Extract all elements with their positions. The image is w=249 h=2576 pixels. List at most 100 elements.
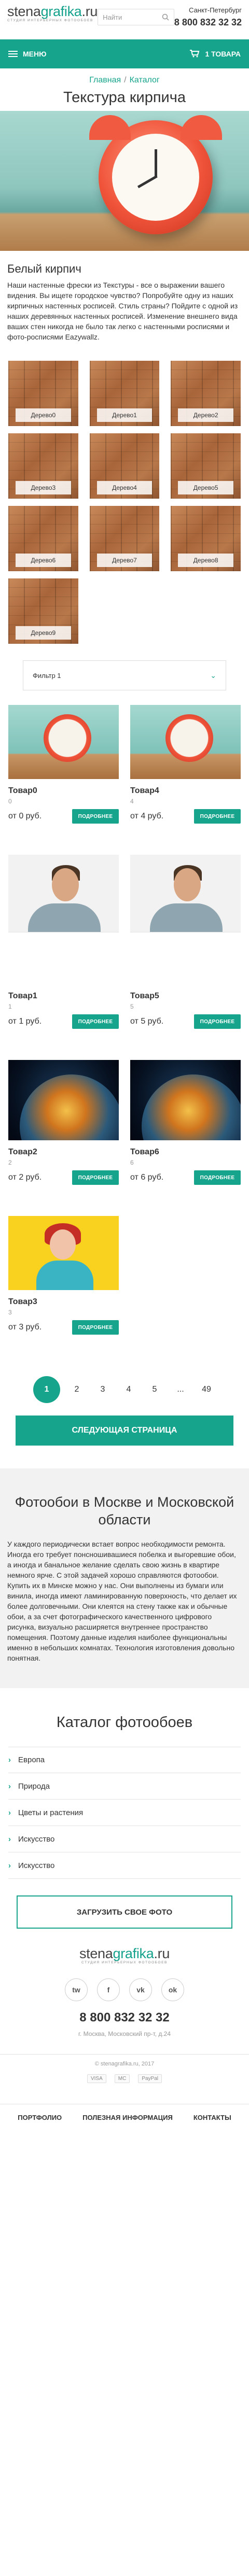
product-image[interactable] xyxy=(8,705,119,779)
twitter-icon[interactable]: tw xyxy=(65,1978,88,2001)
texture-tile[interactable]: Дерево0 xyxy=(8,361,78,426)
product-card[interactable]: Товар6 6 от 6 руб. ПОДРОБНЕЕ xyxy=(130,1060,241,1185)
footer-nav-info[interactable]: ПОЛЕЗНАЯ ИНФОРМАЦИЯ xyxy=(82,2114,173,2121)
texture-grid: Дерево0 Дерево1 Дерево2 Дерево3 Дерево4 … xyxy=(0,342,249,644)
product-image[interactable] xyxy=(130,705,241,779)
clock-face xyxy=(112,134,199,221)
clock-bell-right xyxy=(181,115,222,140)
product-name[interactable]: Товар2 xyxy=(8,1148,119,1157)
footer-address: г. Москва, Московский пр-т, д.24 xyxy=(78,2030,171,2037)
product-name[interactable]: Товар6 xyxy=(130,1148,241,1157)
product-name[interactable]: Товар0 xyxy=(8,786,119,796)
details-button[interactable]: ПОДРОБНЕЕ xyxy=(194,809,241,824)
product-name[interactable]: Товар3 xyxy=(8,1297,119,1307)
details-button[interactable]: ПОДРОБНЕЕ xyxy=(72,1014,119,1029)
filter-select[interactable]: Фильтр 1 ⌄ xyxy=(23,660,226,690)
page-1[interactable]: 1 xyxy=(33,1376,60,1403)
page-3[interactable]: 3 xyxy=(93,1380,112,1399)
product-number: 2 xyxy=(8,1159,12,1166)
product-image[interactable] xyxy=(8,1216,119,1290)
product-price: от 4 руб. xyxy=(130,812,164,820)
site-logo[interactable]: stenagrafika.ru студия интерьерных фотоо… xyxy=(7,4,98,23)
product-name[interactable]: Товар1 xyxy=(8,992,119,1001)
product-number: 0 xyxy=(8,798,12,805)
footer-nav-portfolio[interactable]: ПОРТФОЛИО xyxy=(18,2114,62,2121)
footer-logo[interactable]: stenagrafika.ru студия интерьерных фотоо… xyxy=(0,1946,249,1966)
site-header: stenagrafika.ru студия интерьерных фотоо… xyxy=(0,0,249,39)
product-name[interactable]: Товар5 xyxy=(130,992,241,1001)
man-head xyxy=(174,868,201,901)
texture-tile[interactable]: Дерево3 xyxy=(8,433,78,499)
breadcrumb: Главная / Каталог xyxy=(0,76,249,85)
search-input[interactable]: Найти xyxy=(98,9,174,25)
chevron-right-icon: › xyxy=(8,1808,11,1817)
catalog-item[interactable]: › Искусство xyxy=(8,1826,241,1852)
globe-illustration xyxy=(142,1074,241,1140)
menu-button[interactable]: МЕНЮ xyxy=(8,50,47,58)
menu-label: МЕНЮ xyxy=(23,50,47,58)
texture-tile[interactable]: Дерево2 xyxy=(171,361,241,426)
logo-tagline: студия интерьерных фотообоев xyxy=(81,1961,168,1964)
city-selector[interactable]: Санкт-Петербург xyxy=(174,6,242,14)
texture-tile[interactable]: Дерево6 xyxy=(8,506,78,571)
details-button[interactable]: ПОДРОБНЕЕ xyxy=(72,809,119,824)
texture-tile[interactable]: Дерево8 xyxy=(171,506,241,571)
product-image[interactable] xyxy=(8,1060,119,1140)
page-last[interactable]: 49 xyxy=(197,1380,216,1399)
page-5[interactable]: 5 xyxy=(145,1380,164,1399)
texture-label: Дерево8 xyxy=(178,554,233,567)
product-price-row: от 1 руб. ПОДРОБНЕЕ xyxy=(8,1014,119,1029)
product-name[interactable]: Товар4 xyxy=(130,786,241,796)
product-price: от 1 руб. xyxy=(8,1017,42,1026)
logo-main: stena xyxy=(7,4,41,19)
vk-icon[interactable]: vk xyxy=(129,1978,152,2001)
upload-photo-button[interactable]: ЗАГРУЗИТЬ СВОЕ ФОТО xyxy=(17,1895,232,1929)
catalog-item[interactable]: › Европа xyxy=(8,1747,241,1773)
footer-nav-contacts[interactable]: КОНТАКТЫ xyxy=(193,2114,231,2121)
logo-main: stena xyxy=(79,1946,113,1961)
product-image[interactable] xyxy=(8,855,119,984)
search-icon[interactable] xyxy=(157,9,174,25)
about-title: Фотообои в Москве и Московской области xyxy=(15,1494,234,1527)
catalog-item[interactable]: › Природа xyxy=(8,1773,241,1800)
product-price-row: от 2 руб. ПОДРОБНЕЕ xyxy=(8,1170,119,1185)
product-card[interactable]: Товар3 3 от 3 руб. ПОДРОБНЕЕ xyxy=(8,1216,119,1335)
cart-button[interactable]: 1 ТОВАРА xyxy=(189,49,241,59)
product-image[interactable] xyxy=(130,1060,241,1140)
details-button[interactable]: ПОДРОБНЕЕ xyxy=(194,1014,241,1029)
catalog-item[interactable]: › Искусство xyxy=(8,1852,241,1879)
product-image[interactable] xyxy=(130,855,241,984)
breadcrumb-catalog[interactable]: Каталог xyxy=(130,76,160,84)
catalog-item[interactable]: › Цветы и растения xyxy=(8,1800,241,1826)
odnoklassniki-icon[interactable]: ok xyxy=(161,1978,184,2001)
texture-tile[interactable]: Дерево9 xyxy=(8,578,78,644)
clock-bell-left xyxy=(89,115,131,140)
product-price-row: от 0 руб. ПОДРОБНЕЕ xyxy=(8,809,119,824)
product-card[interactable]: Товар0 0 от 0 руб. ПОДРОБНЕЕ xyxy=(8,705,119,824)
woman-head xyxy=(50,1229,76,1259)
man-head xyxy=(52,868,79,901)
facebook-icon[interactable]: f xyxy=(97,1978,120,2001)
details-button[interactable]: ПОДРОБНЕЕ xyxy=(72,1320,119,1335)
clock-hand-minute xyxy=(155,149,157,177)
details-button[interactable]: ПОДРОБНЕЕ xyxy=(72,1170,119,1185)
page-4[interactable]: 4 xyxy=(119,1380,138,1399)
texture-tile[interactable]: Дерево1 xyxy=(89,361,160,426)
next-page-button[interactable]: СЛЕДУЮЩАЯ СТРАНИЦА xyxy=(16,1416,233,1446)
footer-phone[interactable]: 8 800 832 32 32 xyxy=(0,2011,249,2025)
product-price-row: от 5 руб. ПОДРОБНЕЕ xyxy=(130,1014,241,1029)
product-card[interactable]: Товар4 4 от 4 руб. ПОДРОБНЕЕ xyxy=(130,705,241,824)
texture-tile[interactable]: Дерево7 xyxy=(89,506,160,571)
details-button[interactable]: ПОДРОБНЕЕ xyxy=(194,1170,241,1185)
page-2[interactable]: 2 xyxy=(67,1380,86,1399)
texture-tile[interactable]: Дерево4 xyxy=(89,433,160,499)
texture-label: Дерево6 xyxy=(16,554,71,567)
product-card[interactable]: Товар5 5 от 5 руб. ПОДРОБНЕЕ xyxy=(130,855,241,1029)
product-card[interactable]: Товар2 2 от 2 руб. ПОДРОБНЕЕ xyxy=(8,1060,119,1185)
globe-illustration xyxy=(20,1074,119,1140)
texture-tile[interactable]: Дерево5 xyxy=(171,433,241,499)
clock-illustration xyxy=(44,714,91,762)
product-card[interactable]: Товар1 1 от 1 руб. ПОДРОБНЕЕ xyxy=(8,855,119,1029)
breadcrumb-home[interactable]: Главная xyxy=(89,76,121,84)
header-phone[interactable]: 8 800 832 32 32 xyxy=(174,17,242,28)
